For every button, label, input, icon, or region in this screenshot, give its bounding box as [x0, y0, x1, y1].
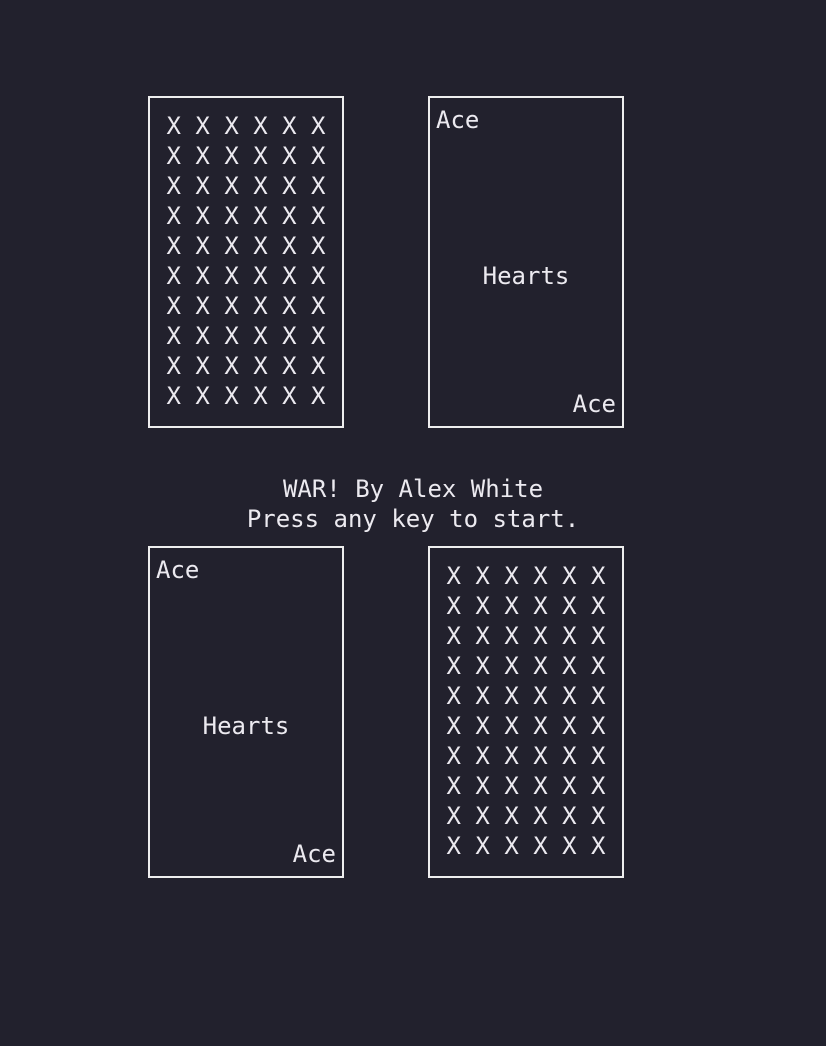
card-back-row: X X X X X X [446, 742, 606, 770]
card-back-row: X X X X X X [446, 652, 606, 680]
card-suit-label: Hearts [482, 262, 570, 290]
card-back-row: X X X X X X [166, 262, 326, 290]
card-back-row: X X X X X X [446, 682, 606, 710]
card-top-right[interactable]: Ace Hearts Ace [428, 96, 624, 428]
game-title-line: WAR! By Alex White [282, 475, 544, 503]
card-back-row: X X X X X X [446, 622, 606, 650]
message-block: WAR! By Alex White Press any key to star… [0, 474, 826, 534]
card-rank-top-label: Ace [436, 106, 480, 134]
card-back-row: X X X X X X [166, 292, 326, 320]
card-back-row: X X X X X X [446, 592, 606, 620]
card-rank-top-label: Ace [156, 556, 200, 584]
card-back-row: X X X X X X [166, 172, 326, 200]
card-rank-bottom-label: Ace [572, 390, 616, 418]
card-back-row: X X X X X X [166, 202, 326, 230]
card-back-row: X X X X X X [446, 832, 606, 860]
card-back-row: X X X X X X [166, 232, 326, 260]
card-back-row: X X X X X X [166, 142, 326, 170]
card-back-row: X X X X X X [166, 322, 326, 350]
start-prompt-line: Press any key to start. [246, 505, 580, 533]
card-bottom-left[interactable]: Ace Hearts Ace [148, 546, 344, 878]
card-bottom-right[interactable]: X X X X X X X X X X X X X X X X X X X X … [428, 546, 624, 878]
card-rank-bottom-label: Ace [292, 840, 336, 868]
card-face: Ace Hearts Ace [150, 548, 342, 876]
card-back-pattern: X X X X X X X X X X X X X X X X X X X X … [430, 548, 622, 876]
card-back-row: X X X X X X [446, 802, 606, 830]
card-back-row: X X X X X X [166, 352, 326, 380]
card-back-row: X X X X X X [446, 562, 606, 590]
card-back-row: X X X X X X [446, 712, 606, 740]
card-back-row: X X X X X X [166, 112, 326, 140]
card-face: Ace Hearts Ace [430, 98, 622, 426]
card-top-left[interactable]: X X X X X X X X X X X X X X X X X X X X … [148, 96, 344, 428]
card-suit-label: Hearts [202, 712, 290, 740]
card-back-row: X X X X X X [166, 382, 326, 410]
card-back-pattern: X X X X X X X X X X X X X X X X X X X X … [150, 98, 342, 426]
game-board: X X X X X X X X X X X X X X X X X X X X … [0, 0, 826, 1046]
card-back-row: X X X X X X [446, 772, 606, 800]
